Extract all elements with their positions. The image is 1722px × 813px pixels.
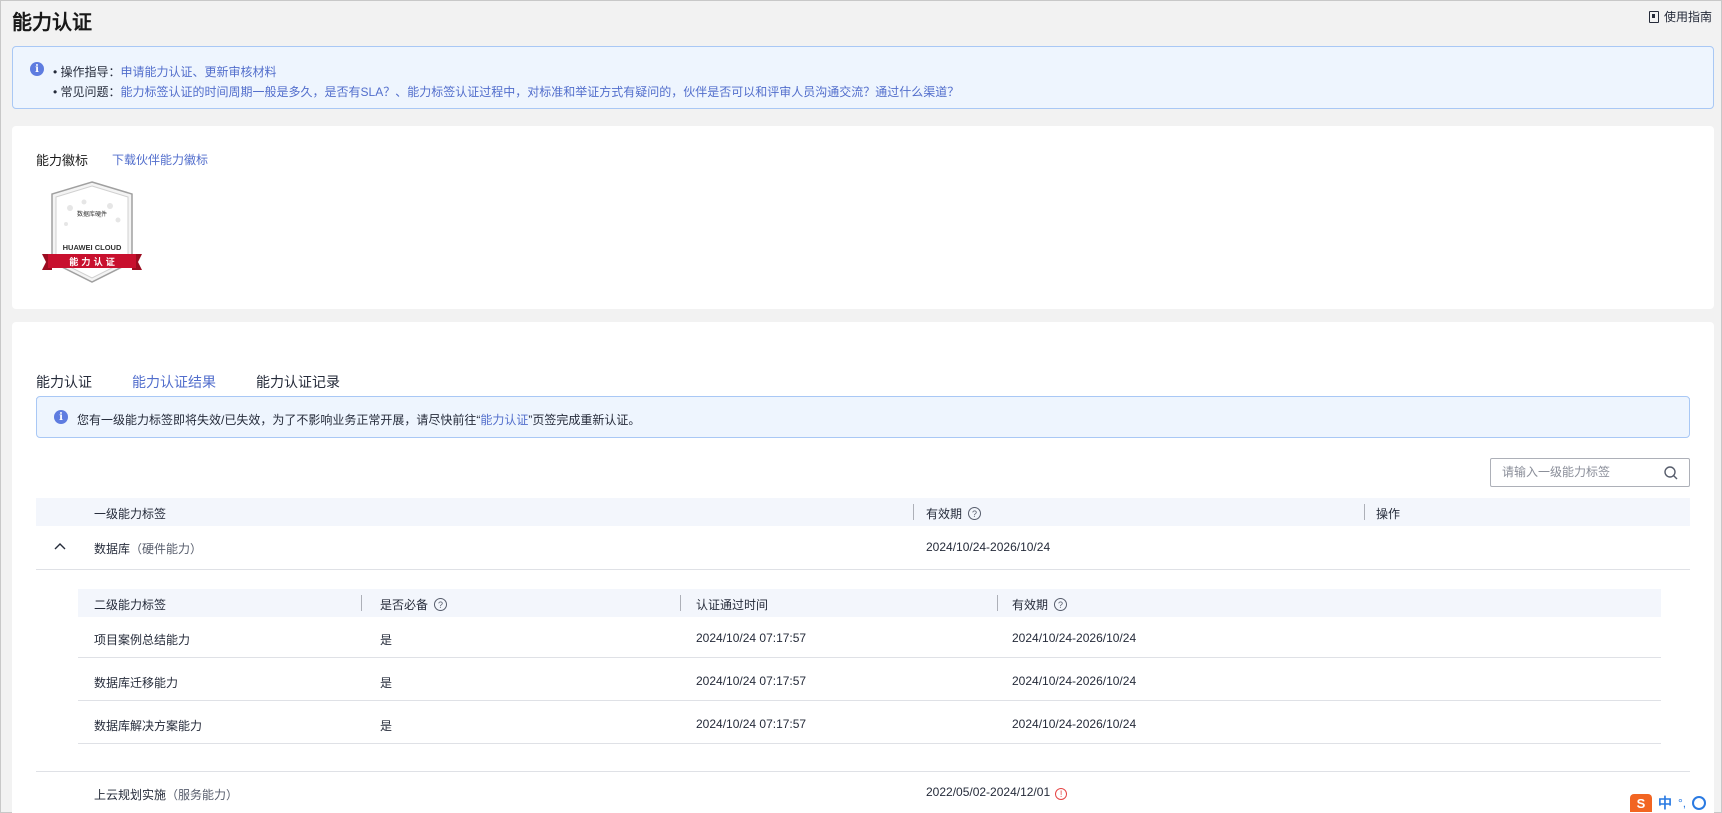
row-label-type: （服务能力）	[166, 788, 239, 802]
help-icon[interactable]: ?	[968, 507, 982, 520]
sub-col-header-required: 是否必备?	[380, 596, 448, 613]
warning-text-before: 您有一级能力标签即将失效/已失效，为了不影响业务正常开展，请尽快前往“	[77, 413, 481, 427]
badge-title: 能力徽标	[36, 153, 89, 168]
sub-table-row: 项目案例总结能力 是 2024/10/24 07:17:57 2024/10/2…	[78, 617, 1661, 658]
tip-line-guide: • 操作指导：申请能力认证、更新审核材料	[53, 63, 277, 80]
sub-table-header: 二级能力标签 是否必备? 认证通过时间 有效期?	[78, 589, 1661, 617]
tips-banner: i • 操作指导：申请能力认证、更新审核材料 • 常见问题：能力标签认证的时间周…	[12, 46, 1714, 109]
ime-logo-icon: S	[1630, 794, 1652, 812]
sub-row-validity: 2024/10/24-2026/10/24	[1012, 674, 1137, 688]
row-label-type: （硬件能力）	[130, 542, 203, 556]
row-validity: 2024/10/24-2026/10/24	[926, 540, 1051, 554]
tip-faq-links[interactable]: 能力标签认证的时间周期一般是多久，是否有SLA？、能力标签认证过程中，对标准和举…	[121, 85, 960, 99]
results-card: 能力认证 能力认证结果 能力认证记录 i 您有一级能力标签即将失效/已失效，为了…	[12, 322, 1714, 813]
badge-ribbon-text: 能 力 认 证	[69, 256, 114, 268]
ime-punctuation[interactable]: °,	[1678, 796, 1686, 810]
sub-row-required: 是	[380, 719, 393, 733]
row-label-name: 数据库	[94, 542, 131, 556]
tip-guide-prefix: • 操作指导：	[53, 65, 121, 79]
emoji-icon[interactable]	[1692, 796, 1707, 810]
sub-table-row: 数据库解决方案能力 是 2024/10/24 07:17:57 2024/10/…	[78, 703, 1661, 744]
sub-row-passed-time: 2024/10/24 07:17:57	[696, 674, 807, 688]
badge-card: 能力徽标 下载伙伴能力徽标 数据库硬件 HUAWEI CLOUD 能 力 认 证	[12, 126, 1714, 309]
col-header-action: 操作	[1376, 507, 1401, 521]
warning-certification-link[interactable]: 能力认证	[480, 413, 528, 427]
book-icon	[1648, 10, 1659, 23]
sub-row-passed-time: 2024/10/24 07:17:57	[696, 631, 807, 645]
sub-row-required: 是	[380, 676, 393, 690]
sub-row-label: 数据库解决方案能力	[94, 719, 203, 733]
help-icon[interactable]: ?	[1054, 598, 1068, 611]
chevron-up-icon[interactable]	[54, 542, 66, 550]
sub-row-validity: 2024/10/24-2026/10/24	[1012, 631, 1137, 645]
badge-brand-text: HUAWEI CLOUD	[63, 243, 122, 252]
sub-table-row: 数据库迁移能力 是 2024/10/24 07:17:57 2024/10/24…	[78, 660, 1661, 701]
ime-toolbar[interactable]: S 中 °,	[1624, 793, 1722, 813]
row-label: 数据库（硬件能力）	[94, 540, 202, 557]
expiry-warning-banner: i 您有一级能力标签即将失效/已失效，为了不影响业务正常开展，请尽快前往“能力认…	[36, 396, 1690, 438]
label-search-box	[1490, 458, 1690, 487]
tip-faq-prefix: • 常见问题：	[53, 85, 121, 99]
sub-row-validity: 2024/10/24-2026/10/24	[1012, 717, 1137, 731]
row-label-name: 上云规划实施	[94, 788, 167, 802]
sub-row-passed-time: 2024/10/24 07:17:57	[696, 717, 807, 731]
ime-language[interactable]: 中	[1658, 793, 1672, 813]
expiry-warning-text: 您有一级能力标签即将失效/已失效，为了不影响业务正常开展，请尽快前往“能力认证”…	[77, 411, 640, 428]
help-icon[interactable]: ?	[434, 598, 448, 611]
col-header-primary-label: 一级能力标签	[94, 507, 167, 521]
info-icon: i	[54, 410, 68, 424]
sub-row-label: 项目案例总结能力	[94, 633, 191, 647]
download-badge-link[interactable]: 下载伙伴能力徽标	[112, 151, 208, 168]
table-header: 一级能力标签 有效期? 操作	[36, 498, 1690, 526]
usage-guide-label: 使用指南	[1663, 10, 1712, 24]
badge-small-text: 数据库硬件	[77, 210, 107, 218]
sub-col-header-validity: 有效期?	[1012, 596, 1068, 613]
col-header-validity: 有效期?	[926, 505, 982, 522]
page-title: 能力认证	[12, 12, 92, 34]
table-row: 数据库（硬件能力） 2024/10/24-2026/10/24	[36, 526, 1690, 570]
table-row: 上云规划实施（服务能力） 2022/05/02-2024/12/01!	[36, 771, 1690, 813]
row-validity: 2022/05/02-2024/12/01!	[926, 785, 1068, 800]
search-icon[interactable]	[1663, 465, 1679, 481]
tab-bar: 能力认证 能力认证结果 能力认证记录	[36, 346, 1690, 402]
warning-text-after: ”页签完成重新认证。	[528, 413, 641, 427]
tip-line-faq: • 常见问题：能力标签认证的时间周期一般是多久，是否有SLA？、能力标签认证过程…	[53, 83, 959, 100]
sub-row-required: 是	[380, 633, 393, 647]
row-validity-text: 2022/05/02-2024/12/01	[926, 785, 1051, 799]
row-label: 上云规划实施（服务能力）	[94, 786, 238, 803]
usage-guide-link[interactable]: 使用指南	[1648, 8, 1712, 25]
info-icon: i	[30, 62, 44, 76]
sub-col-header-passed-time: 认证通过时间	[696, 598, 769, 612]
capability-badge-image: 数据库硬件 HUAWEI CLOUD 能 力 认 证	[42, 181, 142, 283]
label-search-input[interactable]	[1502, 465, 1652, 479]
expired-warning-icon[interactable]: !	[1055, 788, 1068, 800]
sub-col-header-label: 二级能力标签	[94, 598, 167, 612]
tip-guide-links[interactable]: 申请能力认证、更新审核材料	[121, 65, 277, 79]
sub-row-label: 数据库迁移能力	[94, 676, 179, 690]
